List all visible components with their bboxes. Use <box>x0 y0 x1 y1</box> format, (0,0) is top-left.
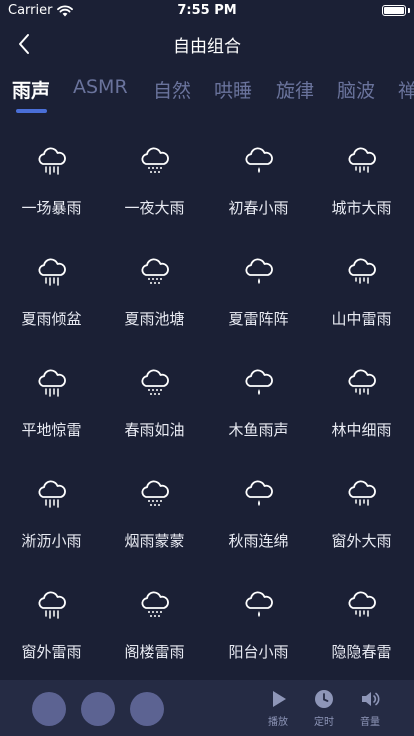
mix-slot-1[interactable] <box>32 692 66 726</box>
sound-item[interactable]: 林中细雨 <box>310 352 413 462</box>
sound-label: 初春小雨 <box>228 199 289 217</box>
pond-rain-icon <box>141 258 169 284</box>
tab-zen[interactable]: 禅 <box>398 76 414 103</box>
battery-fill <box>384 7 404 14</box>
balcony-rain-icon <box>245 591 273 617</box>
sound-item[interactable]: 一场暴雨 <box>0 130 103 240</box>
battery-cap <box>408 8 410 13</box>
volume-label: 音量 <box>360 717 380 728</box>
sound-label: 窗外雷雨 <box>21 643 82 661</box>
sound-item[interactable]: 阳台小雨 <box>207 574 310 684</box>
sound-item[interactable]: 城市大雨 <box>310 130 413 240</box>
attic-storm-icon <box>141 591 169 617</box>
sound-label: 山中雷雨 <box>331 310 392 328</box>
tab-melody[interactable]: 旋律 <box>276 76 314 103</box>
distant-thunder-icon <box>348 591 376 617</box>
sound-item[interactable]: 初春小雨 <box>207 130 310 240</box>
sound-label: 窗外大雨 <box>331 532 392 550</box>
timer-label: 定时 <box>314 717 334 728</box>
sound-item[interactable]: 窗外雷雨 <box>0 574 103 684</box>
sound-label: 木鱼雨声 <box>228 421 289 439</box>
sound-label: 城市大雨 <box>331 199 392 217</box>
window-rain-icon <box>348 480 376 506</box>
sound-item[interactable]: 淅沥小雨 <box>0 463 103 573</box>
sound-label: 一夜大雨 <box>124 199 185 217</box>
mix-slot-3[interactable] <box>130 692 164 726</box>
rain-dots-icon <box>141 147 169 173</box>
mountain-storm-icon <box>348 258 376 284</box>
sudden-thunder-icon <box>38 369 66 397</box>
category-tabs: 雨声 ASMR 自然 哄睡 旋律 脑波 禅 <box>0 70 414 118</box>
bottom-control-bar: 播放 定时 音量 <box>0 680 414 736</box>
tab-nature[interactable]: 自然 <box>153 76 191 103</box>
tab-indicator <box>16 109 47 113</box>
sound-label: 阳台小雨 <box>228 643 289 661</box>
sound-label: 夏雨池塘 <box>124 310 185 328</box>
sound-item[interactable]: 一夜大雨 <box>103 130 206 240</box>
sound-label: 平地惊雷 <box>21 421 82 439</box>
sound-item[interactable]: 夏雨池塘 <box>103 241 206 351</box>
sound-item[interactable]: 烟雨蒙蒙 <box>103 463 206 573</box>
light-drop-icon <box>245 147 273 173</box>
sound-label: 淅沥小雨 <box>21 532 82 550</box>
downpour-icon <box>38 258 66 286</box>
status-bar: Carrier 7:55 PM <box>0 0 414 22</box>
tab-brainwave[interactable]: 脑波 <box>337 76 375 103</box>
tab-lullaby[interactable]: 哄睡 <box>214 76 252 103</box>
pattering-rain-icon <box>38 480 66 508</box>
timer-button[interactable]: 定时 <box>304 686 344 732</box>
page-title: 自由组合 <box>173 37 241 57</box>
sound-label: 一场暴雨 <box>21 199 82 217</box>
thunder-star-icon <box>245 258 273 284</box>
play-button[interactable]: 播放 <box>258 686 298 732</box>
sound-label: 隐隐春雷 <box>331 643 392 661</box>
battery-icon <box>382 5 406 16</box>
misty-rain-icon <box>141 480 169 506</box>
window-thunder-icon <box>38 591 66 619</box>
sound-item[interactable]: 春雨如油 <box>103 352 206 462</box>
wooden-fish-rain-icon <box>245 369 273 395</box>
play-icon <box>273 691 286 707</box>
sound-label: 夏雷阵阵 <box>228 310 289 328</box>
spring-rain-icon <box>141 369 169 395</box>
heavy-rain-icon <box>38 147 66 175</box>
sound-item[interactable]: 平地惊雷 <box>0 352 103 462</box>
nav-bar: 自由组合 <box>0 22 414 66</box>
sound-label: 秋雨连绵 <box>228 532 289 550</box>
autumn-rain-icon <box>245 480 273 506</box>
sound-label: 夏雨倾盆 <box>21 310 82 328</box>
play-label: 播放 <box>268 717 288 728</box>
sound-item[interactable]: 窗外大雨 <box>310 463 413 573</box>
sound-item[interactable]: 阁楼雷雨 <box>103 574 206 684</box>
sound-item[interactable]: 夏雨倾盆 <box>0 241 103 351</box>
sound-item[interactable]: 木鱼雨声 <box>207 352 310 462</box>
status-time: 7:55 PM <box>177 3 237 18</box>
sound-item[interactable]: 秋雨连绵 <box>207 463 310 573</box>
sound-item[interactable]: 山中雷雨 <box>310 241 413 351</box>
tab-rain[interactable]: 雨声 <box>12 76 50 103</box>
speaker-icon <box>362 692 380 706</box>
clock-icon <box>315 690 333 708</box>
tab-asmr[interactable]: ASMR <box>73 76 128 98</box>
sound-label: 阁楼雷雨 <box>124 643 185 661</box>
sound-item[interactable]: 夏雷阵阵 <box>207 241 310 351</box>
forest-drizzle-icon <box>348 369 376 395</box>
sound-label: 林中细雨 <box>331 421 392 439</box>
volume-button[interactable]: 音量 <box>350 686 390 732</box>
sound-label: 烟雨蒙蒙 <box>124 532 185 550</box>
sound-label: 春雨如油 <box>124 421 185 439</box>
sound-item[interactable]: 隐隐春雷 <box>310 574 413 684</box>
city-rain-icon <box>348 147 376 173</box>
mix-slot-2[interactable] <box>81 692 115 726</box>
